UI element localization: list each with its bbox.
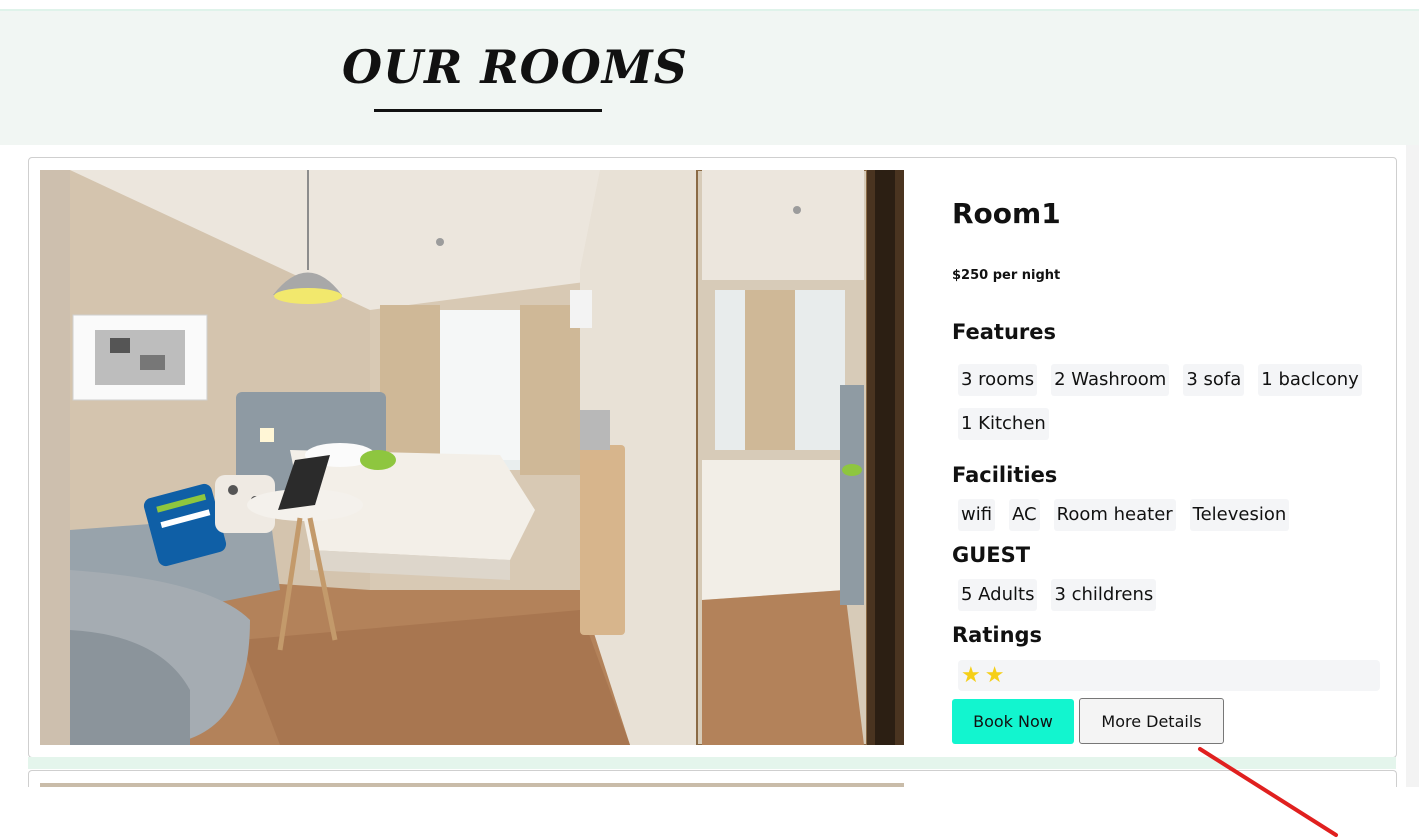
page-title: OUR ROOMS [342,40,688,94]
heading-band [0,11,1419,145]
room-price: $250 per night [952,268,1061,283]
guest-chip: 5 Adults [958,579,1038,611]
book-now-button[interactable]: Book Now [952,699,1074,744]
facility-chip: AC [1009,499,1040,531]
rating-stars: ★ ★ [958,660,1380,691]
room-name: Room1 [952,197,1061,230]
guest-heading: GUEST [952,543,1031,567]
star-icon: ★ [984,662,1005,688]
facility-chip: wifi [958,499,996,531]
facilities-heading: Facilities [952,463,1058,487]
card-separator [28,757,1396,769]
facilities-list: wifi AC Room heater Televesion [958,499,1398,531]
page-scroll-edge [1406,145,1419,787]
features-heading: Features [952,320,1056,344]
page-bottom [0,787,1419,839]
star-icon: ★ [961,662,981,688]
guest-chip: 3 childrens [1051,579,1157,611]
feature-chip: 3 rooms [958,364,1038,396]
feature-chip: 2 Washroom [1051,364,1170,396]
feature-chip: 1 Kitchen [958,408,1049,440]
facility-chip: Televesion [1189,499,1290,531]
title-underline [374,109,602,112]
facility-chip: Room heater [1053,499,1176,531]
features-list: 3 rooms 2 Washroom 3 sofa 1 baclcony 1 K… [958,364,1398,440]
guest-list: 5 Adults 3 childrens [958,579,1398,611]
feature-chip: 1 baclcony [1258,364,1362,396]
room-photo [40,170,904,745]
feature-chip: 3 sofa [1183,364,1245,396]
ratings-heading: Ratings [952,623,1043,647]
more-details-button[interactable]: More Details [1079,698,1224,744]
